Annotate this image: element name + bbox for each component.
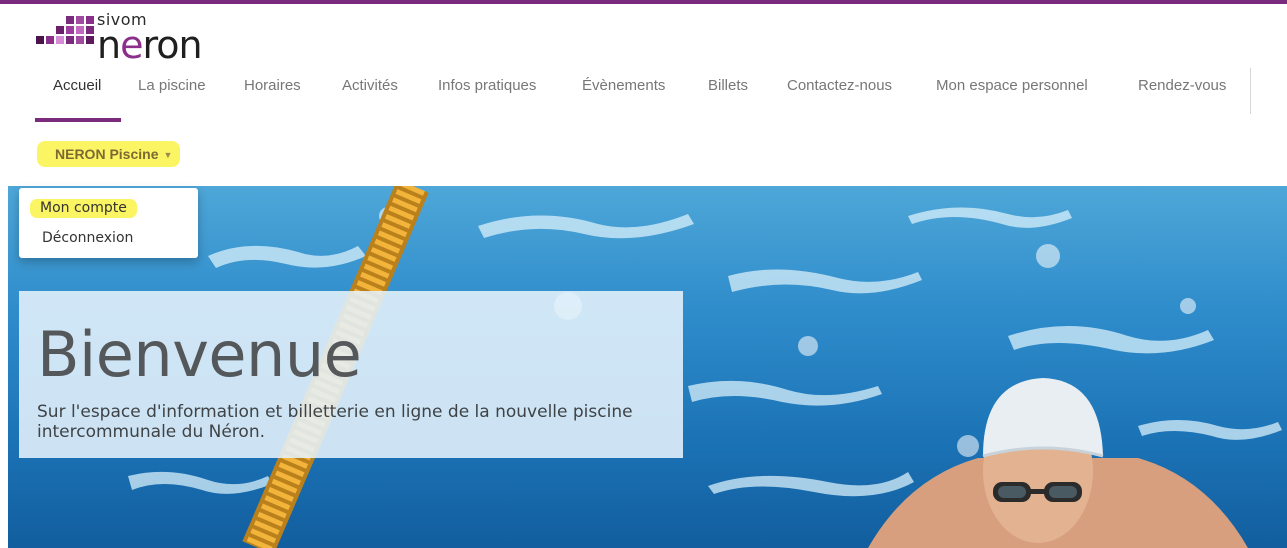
menu-item-mon-compte[interactable]: Mon compte — [30, 199, 137, 218]
nav-item-billets[interactable]: Billets — [708, 77, 748, 94]
logo-main-word: neron — [97, 23, 203, 67]
nav-divider — [1250, 68, 1251, 114]
nav-item-la-piscine[interactable]: La piscine — [138, 77, 206, 94]
user-menu-label: NERON Piscine — [55, 146, 159, 162]
nav-item-horaires[interactable]: Horaires — [244, 77, 301, 94]
nav-item-rendez-vous[interactable]: Rendez-vous — [1138, 77, 1226, 94]
nav-item-infos-pratiques[interactable]: Infos pratiques — [438, 77, 536, 94]
menu-item-deconnexion[interactable]: Déconnexion — [42, 230, 133, 246]
user-menu-toggle[interactable]: NERON Piscine ▼ — [37, 141, 181, 167]
top-accent-bar — [0, 0, 1287, 4]
nav-item-contactez-nous[interactable]: Contactez-nous — [787, 77, 892, 94]
nav-item-mon-espace-personnel[interactable]: Mon espace personnel — [936, 77, 1088, 94]
welcome-title: Bienvenue — [37, 318, 362, 391]
active-nav-indicator — [35, 118, 121, 122]
site-logo[interactable]: sivom neron — [36, 10, 206, 67]
nav-item-activites[interactable]: Activités — [342, 77, 398, 94]
welcome-text: Sur l'espace d'information et billetteri… — [37, 402, 633, 442]
main-navigation: Accueil La piscine Horaires Activités In… — [0, 77, 1287, 105]
nav-item-accueil[interactable]: Accueil — [53, 77, 101, 94]
nav-item-evenements[interactable]: Évènements — [582, 77, 665, 94]
user-dropdown-menu: Mon compte Déconnexion — [19, 188, 198, 258]
caret-down-icon: ▼ — [163, 150, 173, 160]
